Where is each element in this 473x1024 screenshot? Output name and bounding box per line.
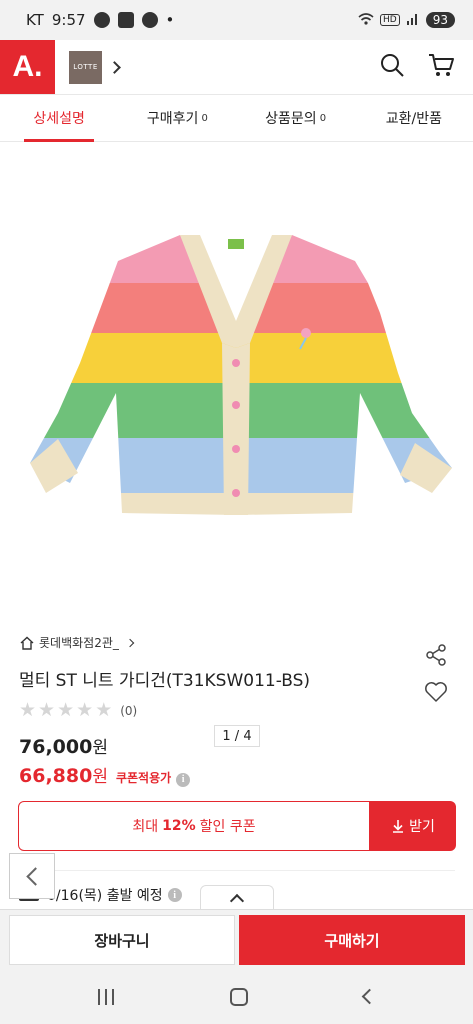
- tab-reviews[interactable]: 구매후기 0: [118, 95, 236, 141]
- home-icon: [20, 636, 34, 650]
- image-pager: 1 / 4: [214, 725, 260, 747]
- chevron-left-icon: [25, 866, 45, 886]
- star-icon: ★: [76, 699, 94, 721]
- collapse-toggle[interactable]: [200, 885, 274, 910]
- buy-now-button[interactable]: 구매하기: [239, 915, 465, 965]
- chevron-right-icon: [125, 638, 135, 647]
- chevron-up-icon: [229, 893, 245, 909]
- status-bar: KT 9:57 • HD 93: [0, 0, 473, 40]
- shipping-text: 0/16(목) 출발 예정: [47, 888, 163, 904]
- home-icon[interactable]: [230, 987, 248, 1006]
- currency-label: 원: [92, 767, 108, 787]
- wifi-icon: [358, 12, 374, 29]
- product-image[interactable]: 1 / 4: [0, 143, 473, 747]
- moon-icon: [93, 12, 110, 28]
- cardigan-illustration: [30, 235, 452, 515]
- cart-icon[interactable]: [427, 52, 455, 82]
- star-icon: ★: [95, 699, 113, 721]
- tab-label: 상세설명: [33, 111, 85, 127]
- back-icon[interactable]: [361, 988, 378, 1005]
- app-header: A. LOTTE: [0, 40, 473, 94]
- coupon-price-note: 쿠폰적용가: [115, 771, 172, 785]
- detail-tabs: 상세설명 구매후기 0 상품문의 0 교환/반품: [0, 94, 473, 142]
- coupon-download-button[interactable]: 받기: [370, 801, 456, 851]
- star-icon: ★: [38, 699, 56, 721]
- search-icon[interactable]: [379, 52, 405, 82]
- coupon-banner[interactable]: 최대 12% 할인 쿠폰: [18, 801, 370, 851]
- chevron-right-icon[interactable]: [108, 60, 121, 74]
- sale-price: 66,880 원 쿠폰적용가 i: [19, 762, 191, 787]
- battery-indicator: 93: [425, 12, 455, 28]
- info-icon[interactable]: i: [167, 888, 182, 902]
- tab-label: 상품문의: [265, 111, 317, 127]
- star-icon: ★: [57, 699, 75, 721]
- coupon-prefix: 최대: [132, 819, 159, 835]
- coupon-suffix: 할인 쿠폰: [199, 819, 256, 835]
- download-label: 받기: [409, 819, 435, 835]
- system-nav-bar: [0, 969, 473, 1024]
- store-name: 롯데백화점2관_: [39, 636, 119, 650]
- app-icon: [117, 12, 134, 28]
- brand-badge[interactable]: LOTTE: [69, 50, 102, 84]
- rating[interactable]: ★ ★ ★ ★ ★ (0): [19, 701, 137, 720]
- currency-label: 원: [92, 738, 108, 758]
- bottom-action-bar: 장바구니 구매하기: [0, 909, 473, 969]
- tab-label: 교환/반품: [385, 111, 442, 127]
- heart-icon[interactable]: [424, 681, 448, 707]
- star-icon: ★: [19, 699, 37, 721]
- app-logo[interactable]: A.: [0, 40, 55, 94]
- tab-count: 0: [319, 112, 327, 124]
- notification-icon: [141, 12, 158, 28]
- tab-exchange[interactable]: 교환/반품: [355, 95, 473, 141]
- rating-count: (0): [120, 703, 138, 718]
- carrier-label: KT: [26, 11, 44, 29]
- signal-icon: [406, 12, 420, 29]
- original-price-value: 76,000: [19, 736, 93, 758]
- coupon-percent: 12%: [162, 818, 196, 834]
- recent-apps-icon[interactable]: [98, 988, 114, 1005]
- dot-icon: •: [165, 11, 175, 29]
- info-icon[interactable]: i: [176, 772, 191, 787]
- download-icon: [393, 820, 404, 833]
- original-price: 76,000원: [19, 733, 108, 758]
- sale-price-value: 66,880: [19, 765, 93, 787]
- back-button[interactable]: [9, 853, 55, 899]
- tab-label: 구매후기: [146, 111, 199, 127]
- tab-questions[interactable]: 상품문의 0: [237, 95, 355, 141]
- tab-count: 0: [201, 112, 208, 124]
- tab-detail[interactable]: 상세설명: [0, 95, 118, 142]
- product-title: 멀티 ST 니트 가디건(T31KSW011-BS): [19, 671, 311, 691]
- hd-badge: HD: [380, 14, 400, 26]
- share-icon[interactable]: [424, 643, 448, 671]
- clock: 9:57: [51, 11, 86, 29]
- store-link[interactable]: 롯데백화점2관_: [19, 634, 135, 651]
- add-to-cart-button[interactable]: 장바구니: [9, 915, 235, 965]
